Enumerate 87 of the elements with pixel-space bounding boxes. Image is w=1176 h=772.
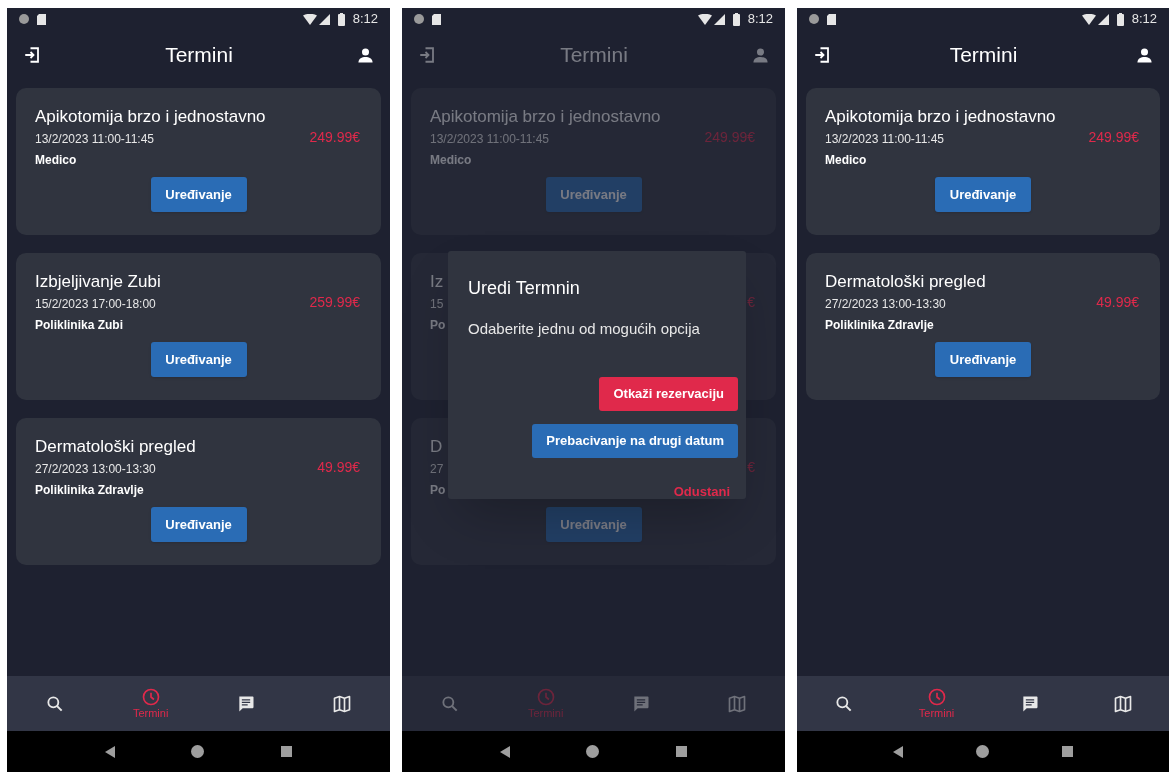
- dialog-title: Uredi Termnin: [468, 277, 581, 300]
- appointment-price: €: [747, 458, 755, 477]
- appointment-title: Dermatološki pregled: [825, 271, 986, 293]
- screen-title: Termini: [164, 42, 234, 69]
- login-icon[interactable]: [23, 46, 41, 64]
- edit-button[interactable]: Uređivanje: [150, 507, 247, 542]
- appointment-price: 49.99€: [317, 458, 360, 477]
- search-icon: [439, 693, 460, 714]
- back-icon[interactable]: [105, 745, 116, 758]
- appointment-title: Dermatološki pregled: [35, 436, 196, 458]
- status-time: 8:12: [352, 10, 378, 29]
- home-icon[interactable]: [191, 745, 205, 758]
- status-dot-icon: [19, 14, 29, 24]
- appointment-provider: Poliklinika Zdravlje: [35, 482, 144, 499]
- person-icon[interactable]: [1136, 46, 1153, 64]
- edit-button[interactable]: Uređivanje: [150, 342, 247, 377]
- appointment-date: 15: [430, 296, 444, 313]
- appointment-provider: Po: [430, 317, 446, 334]
- appointment-provider: Medico: [430, 152, 472, 169]
- appointment-provider: Poliklinika Zubi: [35, 317, 123, 334]
- dialog-button[interactable]: Prebacivanje na drugi datum: [532, 423, 738, 458]
- appointment-title: Iz: [430, 271, 444, 293]
- appointment-date: 13/2/2023 11:00-11:45: [35, 131, 154, 148]
- clock-icon: [535, 687, 556, 707]
- home-icon[interactable]: [586, 745, 600, 758]
- login-icon[interactable]: [813, 46, 831, 64]
- edit-button[interactable]: Uređivanje: [935, 177, 1031, 212]
- appointment-price: 249.99€: [309, 128, 360, 147]
- appointment-provider: Po: [430, 482, 446, 499]
- appointment-title: Apikotomija brzo i jednostavno: [430, 106, 661, 128]
- screen-title: Termini: [559, 42, 629, 69]
- recents-icon[interactable]: [675, 746, 687, 757]
- appointment-date: 27: [430, 461, 444, 478]
- appointment-price: 259.99€: [309, 293, 360, 312]
- status-time: 8:12: [1131, 10, 1157, 29]
- sd-card-icon: [432, 13, 441, 25]
- appointment-date: 27/2/2023 13:00-13:30: [35, 461, 156, 478]
- appointment-price: 249.99€: [704, 128, 755, 147]
- sd-card-icon: [37, 13, 46, 25]
- back-icon[interactable]: [500, 745, 511, 758]
- appointment-provider: Medico: [35, 152, 77, 169]
- search-icon: [44, 693, 65, 714]
- sd-card-icon: [827, 13, 836, 25]
- signal-icon: [713, 13, 725, 25]
- home-icon[interactable]: [976, 745, 989, 758]
- appointment-title: D: [430, 436, 443, 458]
- appointment-price: €: [747, 293, 755, 312]
- map-icon: [332, 693, 353, 714]
- wifi-icon: [302, 13, 317, 25]
- wifi-icon: [1081, 13, 1096, 25]
- appointment-provider: Poliklinika Zdravlje: [825, 317, 934, 334]
- battery-icon: [732, 12, 740, 26]
- nav-tab[interactable]: Termini: [110, 687, 191, 720]
- clock-icon: [140, 687, 161, 707]
- edit-button[interactable]: Uređivanje: [935, 342, 1031, 377]
- screen-title: Termini: [948, 42, 1019, 69]
- status-dot-icon: [809, 14, 819, 24]
- dialog-message: Odaberite jednu od mogućih opcija: [468, 319, 701, 339]
- back-icon[interactable]: [893, 745, 904, 758]
- appointment-price: 49.99€: [1096, 293, 1139, 312]
- signal-icon: [318, 13, 330, 25]
- search-icon: [833, 693, 854, 714]
- status-time: 8:12: [747, 10, 773, 29]
- appointment-date: 27/2/2023 13:00-13:30: [825, 296, 946, 313]
- appointment-title: Izbjeljivanje Zubi: [35, 271, 161, 293]
- map-icon: [1112, 693, 1133, 714]
- appointment-date: 13/2/2023 11:00-11:45: [430, 131, 549, 148]
- person-icon[interactable]: [357, 46, 374, 64]
- wifi-icon: [697, 13, 712, 25]
- signal-icon: [1097, 13, 1109, 25]
- recents-icon[interactable]: [280, 746, 292, 757]
- edit-button[interactable]: Uređivanje: [150, 177, 247, 212]
- dialog-button[interactable]: Otkaži rezervaciju: [599, 376, 738, 411]
- appointment-date: 15/2/2023 17:00-18:00: [35, 296, 156, 313]
- map-icon: [727, 693, 748, 714]
- recents-icon[interactable]: [1061, 746, 1073, 757]
- appointment-price: 249.99€: [1088, 128, 1139, 147]
- appointment-provider: Medico: [825, 152, 867, 169]
- appointment-date: 13/2/2023 11:00-11:45: [825, 131, 944, 148]
- cancel-link[interactable]: Odustani: [665, 474, 738, 509]
- status-dot-icon: [414, 14, 424, 24]
- battery-icon: [1116, 12, 1124, 26]
- clock-icon: [926, 687, 947, 707]
- battery-icon: [337, 12, 345, 26]
- appointment-title: Apikotomija brzo i jednostavno: [825, 106, 1056, 128]
- appointment-title: Apikotomija brzo i jednostavno: [35, 106, 266, 128]
- nav-tab[interactable]: Termini: [896, 687, 977, 720]
